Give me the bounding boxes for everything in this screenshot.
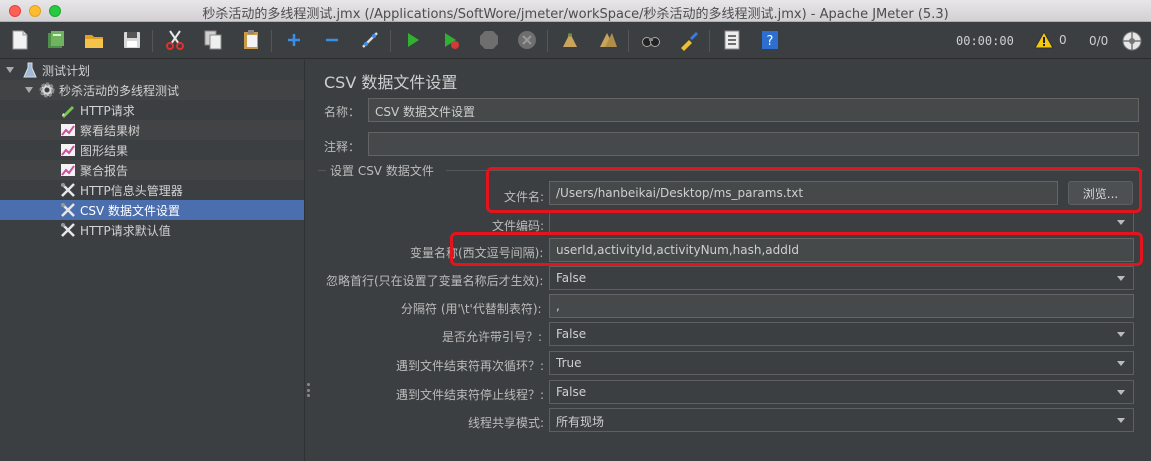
quoted-data-value: False	[556, 327, 587, 341]
tree-item-csv-data-set[interactable]: CSV 数据文件设置	[0, 200, 304, 220]
comment-label: 注释：	[324, 140, 361, 154]
tree-item-label: HTTP请求默认值	[80, 223, 171, 238]
tree-item-http-request[interactable]: HTTP请求	[0, 100, 304, 120]
remote-globe-icon[interactable]	[1122, 31, 1142, 54]
clear-icon[interactable]	[558, 28, 582, 52]
recycle-eof-label: 遇到文件结束符再次循环？:	[396, 359, 545, 373]
tree-item-http-defaults[interactable]: HTTP请求默认值	[0, 220, 304, 240]
window-title: 秒杀活动的多线程测试.jmx (/Applications/SoftWore/j…	[202, 7, 949, 22]
reset-search-icon[interactable]	[677, 28, 701, 52]
warning-indicator[interactable]: 0	[1034, 31, 1067, 49]
flask-icon	[22, 62, 38, 78]
tree-item-test-plan[interactable]: 测试计划	[0, 60, 304, 80]
tree-item-label: 察看结果树	[80, 123, 141, 138]
stop-thread-eof-label: 遇到文件结束符停止线程？:	[396, 388, 545, 402]
clear-all-icon[interactable]	[596, 28, 620, 52]
tree-item-results-tree[interactable]: 察看结果树	[0, 120, 304, 140]
search-icon[interactable]	[639, 28, 663, 52]
tree-item-label: HTTP信息头管理器	[80, 183, 183, 198]
quoted-data-select[interactable]: False	[549, 322, 1134, 346]
svg-text:?: ?	[767, 34, 774, 49]
tree-item-aggregate-report[interactable]: 聚合报告	[0, 160, 304, 180]
pen-icon	[60, 102, 76, 118]
chevron-down-icon	[1117, 276, 1125, 281]
elapsed-timer: 00:00:00	[956, 34, 1014, 48]
graph-icon	[60, 162, 76, 178]
sharing-mode-label: 线程共享模式:	[468, 416, 545, 430]
tree-item-label: 测试计划	[42, 63, 91, 78]
start-icon[interactable]	[401, 28, 425, 52]
splitter-grip[interactable]	[307, 383, 310, 397]
copy-icon[interactable]	[201, 28, 225, 52]
paste-icon[interactable]	[239, 28, 263, 52]
chevron-down-icon	[1117, 361, 1125, 366]
filename-highlight-box	[486, 167, 1142, 213]
quoted-data-label: 是否允许带引号？:	[442, 330, 543, 344]
new-file-icon[interactable]	[8, 28, 32, 52]
test-plan-tree: 测试计划 秒杀活动的多线程测试 HTTP请求 察看结果树 图形结果 聚合报告 H…	[0, 60, 304, 461]
expand-all-icon[interactable]	[282, 28, 306, 52]
expand-arrow-icon[interactable]	[6, 67, 14, 73]
tree-item-label: CSV 数据文件设置	[80, 203, 181, 218]
ignore-first-line-value: False	[556, 271, 587, 285]
delimiter-input[interactable]: ,	[549, 294, 1134, 318]
ignore-first-line-select[interactable]: False	[549, 266, 1134, 290]
start-no-pause-icon[interactable]	[439, 28, 463, 52]
help-icon[interactable]: ?	[758, 28, 782, 52]
expand-arrow-icon[interactable]	[25, 87, 33, 93]
warning-count: 0	[1059, 33, 1067, 47]
sharing-mode-value: 所有现场	[556, 415, 605, 429]
tools-icon	[60, 202, 76, 218]
toggle-icon[interactable]	[358, 28, 382, 52]
tools-icon	[60, 222, 76, 238]
tools-icon	[60, 182, 76, 198]
panel-splitter[interactable]	[304, 60, 314, 461]
stop-thread-eof-value: False	[556, 385, 587, 399]
tree-item-label: HTTP请求	[80, 103, 135, 118]
tree-item-label: 聚合报告	[80, 163, 129, 178]
csv-group-title: 设置 CSV 数据文件	[330, 164, 434, 178]
stop-icon[interactable]	[477, 28, 501, 52]
graph-icon	[60, 122, 76, 138]
warning-icon	[1034, 31, 1054, 49]
delimiter-label: 分隔符 (用'\t'代替制表符):	[401, 302, 542, 316]
save-icon[interactable]	[120, 28, 144, 52]
graph-icon	[60, 142, 76, 158]
function-helper-icon[interactable]	[720, 28, 744, 52]
templates-icon[interactable]	[44, 28, 68, 52]
tree-item-header-manager[interactable]: HTTP信息头管理器	[0, 180, 304, 200]
window-titlebar: 秒杀活动的多线程测试.jmx (/Applications/SoftWore/j…	[0, 0, 1151, 22]
shutdown-icon[interactable]	[515, 28, 539, 52]
sharing-mode-select[interactable]: 所有现场	[549, 408, 1134, 432]
encoding-select[interactable]	[549, 210, 1134, 234]
name-label: 名称：	[324, 105, 361, 119]
collapse-all-icon[interactable]	[320, 28, 344, 52]
main-toolbar: ? 00:00:00 0 0/0	[0, 22, 1151, 59]
recycle-eof-value: True	[556, 356, 582, 370]
varnames-highlight-box	[450, 232, 1143, 266]
tree-item-graph-results[interactable]: 图形结果	[0, 140, 304, 160]
chevron-down-icon	[1117, 390, 1125, 395]
comment-input[interactable]	[368, 132, 1139, 156]
recycle-eof-select[interactable]: True	[549, 351, 1134, 375]
page-title: CSV 数据文件设置	[324, 73, 458, 92]
chevron-down-icon	[1117, 220, 1125, 225]
open-folder-icon[interactable]	[82, 28, 106, 52]
active-threads: 0/0	[1089, 34, 1109, 48]
cut-icon[interactable]	[163, 28, 187, 52]
tree-item-label: 图形结果	[80, 143, 129, 158]
gear-icon	[39, 82, 55, 98]
name-input[interactable]: CSV 数据文件设置	[368, 98, 1139, 122]
tree-item-thread-group[interactable]: 秒杀活动的多线程测试	[0, 80, 304, 100]
ignore-first-line-label: 忽略首行(只在设置了变量名称后才生效):	[326, 274, 544, 288]
chevron-down-icon	[1117, 418, 1125, 423]
chevron-down-icon	[1117, 332, 1125, 337]
stop-thread-eof-select[interactable]: False	[549, 380, 1134, 404]
tree-item-label: 秒杀活动的多线程测试	[59, 83, 180, 98]
csv-config-panel: CSV 数据文件设置 名称： CSV 数据文件设置 注释： 设置 CSV 数据文…	[314, 60, 1151, 461]
